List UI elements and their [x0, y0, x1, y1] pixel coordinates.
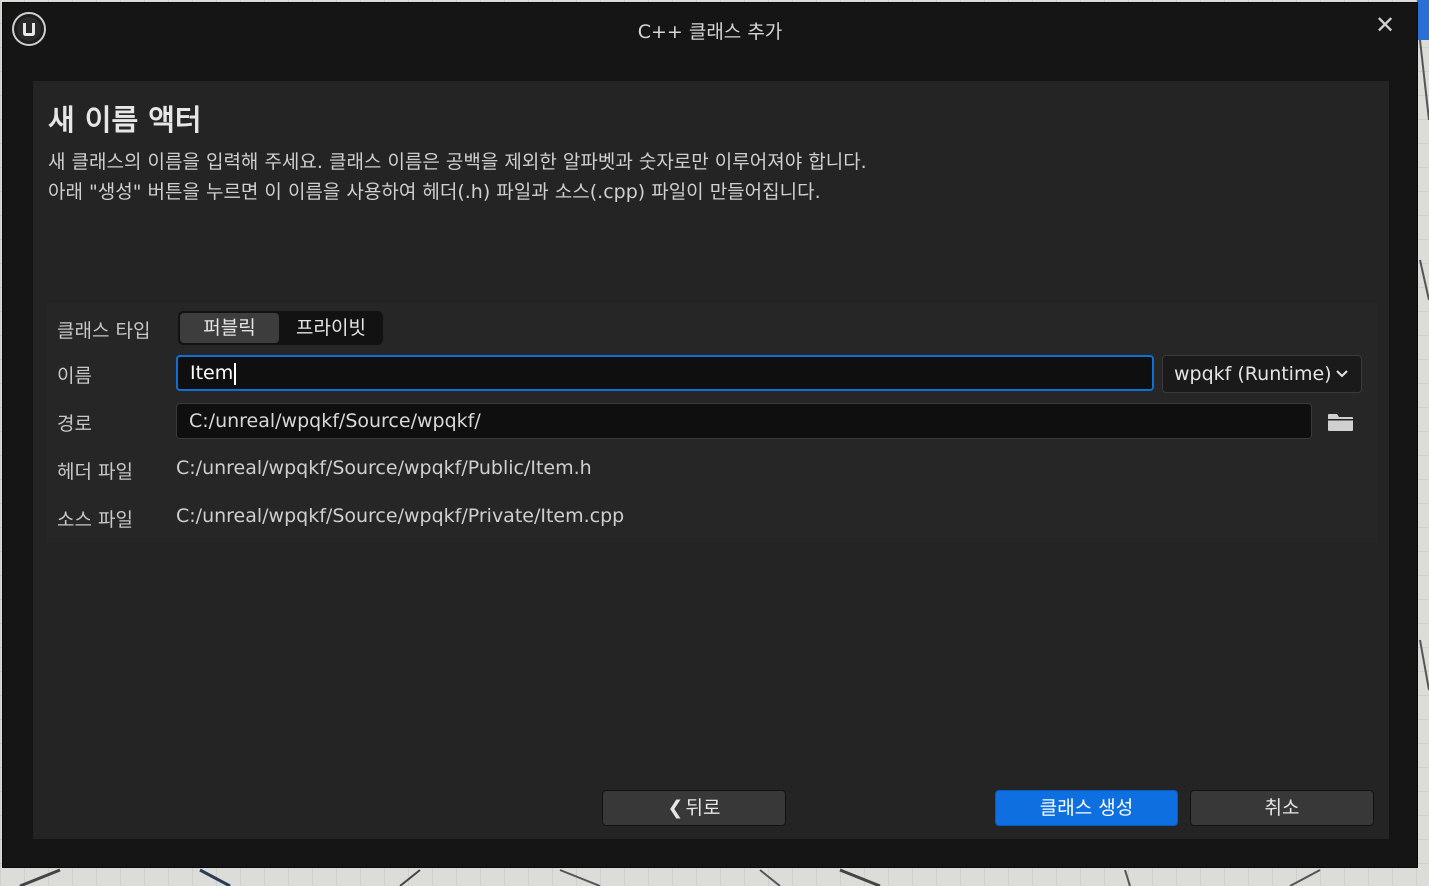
- create-class-button[interactable]: 클래스 생성: [995, 790, 1178, 826]
- back-button[interactable]: ❮ 뒤로: [602, 790, 786, 826]
- dialog-title: C++ 클래스 추가: [637, 21, 783, 43]
- description-line-2: 아래 "생성" 버튼을 누르면 이 이름을 사용하여 헤더(.h) 파일과 소스…: [48, 181, 821, 203]
- class-name-value: Item: [190, 362, 234, 384]
- class-type-toggle: 퍼블릭 프라이빗: [178, 311, 383, 345]
- dialog-titlebar: C++ 클래스 추가 ✕: [3, 3, 1417, 55]
- chevron-left-icon: ❮: [667, 797, 684, 819]
- path-label: 경로: [57, 413, 92, 435]
- description-line-1: 새 클래스의 이름을 입력해 주세요. 클래스 이름은 공백을 제외한 알파벳과…: [48, 151, 867, 173]
- module-dropdown-value: wpqkf (Runtime): [1174, 363, 1332, 385]
- source-file-label: 소스 파일: [57, 509, 133, 531]
- dialog-content-panel: 새 이름 액터 새 클래스의 이름을 입력해 주세요. 클래스 이름은 공백을 …: [33, 81, 1389, 839]
- source-file-path: C:/unreal/wpqkf/Source/wpqkf/Private/Ite…: [176, 505, 625, 527]
- class-type-public-option[interactable]: 퍼블릭: [180, 313, 279, 343]
- add-cpp-class-dialog: C++ 클래스 추가 ✕ 새 이름 액터 새 클래스의 이름을 입력해 주세요.…: [2, 2, 1418, 868]
- module-dropdown[interactable]: wpqkf (Runtime): [1162, 355, 1362, 393]
- path-input[interactable]: C:/unreal/wpqkf/Source/wpqkf/: [176, 403, 1312, 439]
- class-name-input[interactable]: Item: [176, 355, 1154, 391]
- header-file-path: C:/unreal/wpqkf/Source/wpqkf/Public/Item…: [176, 457, 592, 479]
- back-button-label: 뒤로: [685, 797, 721, 819]
- name-label: 이름: [57, 365, 92, 387]
- chevron-down-icon: [1336, 370, 1348, 378]
- folder-icon[interactable]: [1327, 410, 1355, 434]
- class-form: 클래스 타입 퍼블릭 프라이빗 이름 Item wpqkf (Runtime) …: [47, 303, 1377, 543]
- text-caret: [234, 362, 237, 385]
- class-type-label: 클래스 타입: [57, 320, 151, 342]
- class-type-private-option[interactable]: 프라이빗: [282, 313, 380, 343]
- close-icon[interactable]: ✕: [1373, 11, 1397, 39]
- page-title: 새 이름 액터: [48, 103, 202, 137]
- cancel-button[interactable]: 취소: [1190, 790, 1374, 826]
- header-file-label: 헤더 파일: [57, 461, 133, 483]
